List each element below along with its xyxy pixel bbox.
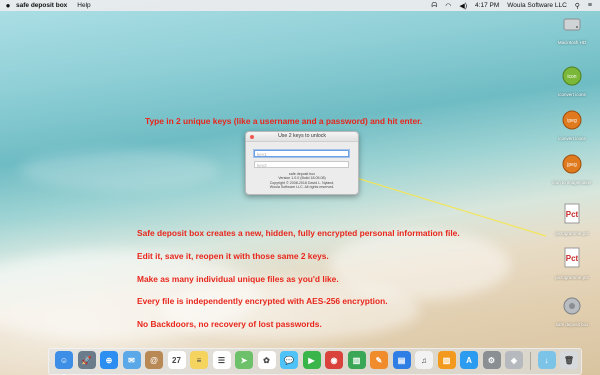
safe-icon (563, 297, 581, 315)
dock-maps-icon[interactable]: ➤ (235, 351, 253, 369)
notification-center-icon[interactable]: ≡ (588, 2, 592, 9)
svg-text:Pct: Pct (566, 210, 579, 219)
menu-bar: ● safe deposit box Help ᗣ ◠ ◀) 4:17 PM W… (0, 0, 600, 11)
pict-icon: Pct (564, 247, 580, 268)
desktop-icon-safe-deposit-box[interactable]: safe deposit box (552, 296, 592, 327)
dock-itunes-icon[interactable]: ♫ (415, 351, 433, 369)
dock-launchpad-icon[interactable]: 🚀 (77, 351, 96, 369)
dock-mail-icon[interactable]: ✉ (122, 351, 141, 369)
dock-app-store-icon[interactable]: A (460, 351, 478, 369)
desktop-icon-pict-2[interactable]: Pct pictogramme.pct (552, 247, 592, 280)
dock-messages-icon[interactable]: 💬 (280, 351, 298, 369)
dock-safe-deposit-box-icon[interactable]: ◈ (505, 351, 523, 369)
desktop-icon-macintosh-hd[interactable]: Macintosh HD (552, 14, 592, 45)
desktop-icon-jpeg[interactable]: jpeg icon to imagemaker (552, 154, 592, 185)
dock-ibooks-icon[interactable]: ▥ (437, 351, 456, 369)
about-info: safe deposit box Version 1.0.0 (Build 18… (246, 172, 358, 190)
user-menu[interactable]: Woula Software LLC (507, 2, 567, 9)
desktop-icon-label: iconvert icons (558, 136, 586, 141)
pict-icon: Pct (564, 203, 580, 224)
dock-system-preferences-icon[interactable]: ⚙ (482, 351, 501, 369)
jpeg-icon: jpeg (562, 154, 582, 174)
desktop-icon-iconvert[interactable]: icon iconvert icons (552, 66, 592, 97)
search-icon[interactable]: ⚲ (575, 2, 580, 10)
hard-drive-icon (563, 18, 581, 31)
unlock-dialog: Use 2 keys to unlock key1 key2 safe depo… (245, 131, 359, 195)
dock-separator (529, 352, 531, 370)
status-icon[interactable]: ᗣ (431, 2, 437, 10)
dock-safari-icon[interactable]: ⊕ (100, 351, 118, 369)
key2-field[interactable]: key2 (254, 161, 349, 168)
key1-field[interactable]: key1 (254, 150, 349, 157)
desktop-icon-label: iconvert icons (558, 92, 586, 97)
volume-icon[interactable]: ◀) (459, 2, 467, 10)
dock-finder-icon[interactable]: ☺ (55, 351, 73, 369)
svg-text:ipeg: ipeg (567, 118, 577, 124)
desktop-icon-label: safe deposit box (555, 322, 589, 327)
clock[interactable]: 4:17 PM (475, 2, 499, 9)
close-button[interactable] (250, 134, 254, 139)
dock-downloads-icon[interactable]: ↓ (537, 351, 556, 369)
desktop-icon-ipeg[interactable]: ipeg iconvert icons (552, 110, 592, 141)
desktop-icon-pict-1[interactable]: Pct pictogramme.pct (552, 203, 592, 236)
apple-menu-icon[interactable]: ● (0, 1, 16, 10)
desktop-icon-label: icon to imagemaker (552, 180, 592, 185)
app-menu[interactable]: safe deposit box (16, 2, 67, 9)
dock-facetime-icon[interactable]: ▶ (302, 351, 321, 369)
info-rights: Woula Software LLC. All rights reserved. (269, 185, 335, 190)
wifi-icon[interactable]: ◠ (445, 2, 451, 10)
dock-notes-icon[interactable]: ≡ (190, 351, 208, 369)
dialog-titlebar[interactable]: Use 2 keys to unlock (246, 132, 358, 142)
ipeg-icon: ipeg (562, 110, 582, 130)
dock-keynote-icon[interactable]: ▤ (392, 351, 411, 369)
desktop-icon-label: pictogramme.pct (555, 275, 589, 280)
dock: ☺ 🚀 ⊕ ✉ @27 ≡ ☰ ➤ ✿ 💬 ▶ ◉ ▥ ✎ ▤ ♫ ▥ A ⚙ ◈ ↓ 🗑 (48, 348, 582, 375)
svg-text:icon: icon (567, 74, 576, 80)
dock-calendar-icon[interactable]: 27 (167, 351, 186, 369)
dock-photos-icon[interactable]: ✿ (257, 351, 276, 369)
svg-text:Pct: Pct (566, 254, 579, 263)
desktop-icon-label: pictogramme.pct (555, 231, 589, 236)
dock-numbers-icon[interactable]: ▥ (347, 351, 366, 369)
dock-reminders-icon[interactable]: ☰ (212, 351, 231, 369)
desktop-icon-label: Macintosh HD (557, 40, 587, 45)
iconvert-icon: icon (562, 66, 582, 86)
dock-pages-icon[interactable]: ✎ (370, 351, 388, 369)
dock-photo-booth-icon[interactable]: ◉ (325, 351, 343, 369)
dialog-title: Use 2 keys to unlock (278, 133, 326, 139)
help-menu[interactable]: Help (77, 2, 90, 9)
svg-text:jpeg: jpeg (566, 162, 577, 168)
dock-trash-icon[interactable]: 🗑 (560, 351, 578, 369)
dock-contacts-icon[interactable]: @ (145, 351, 163, 369)
